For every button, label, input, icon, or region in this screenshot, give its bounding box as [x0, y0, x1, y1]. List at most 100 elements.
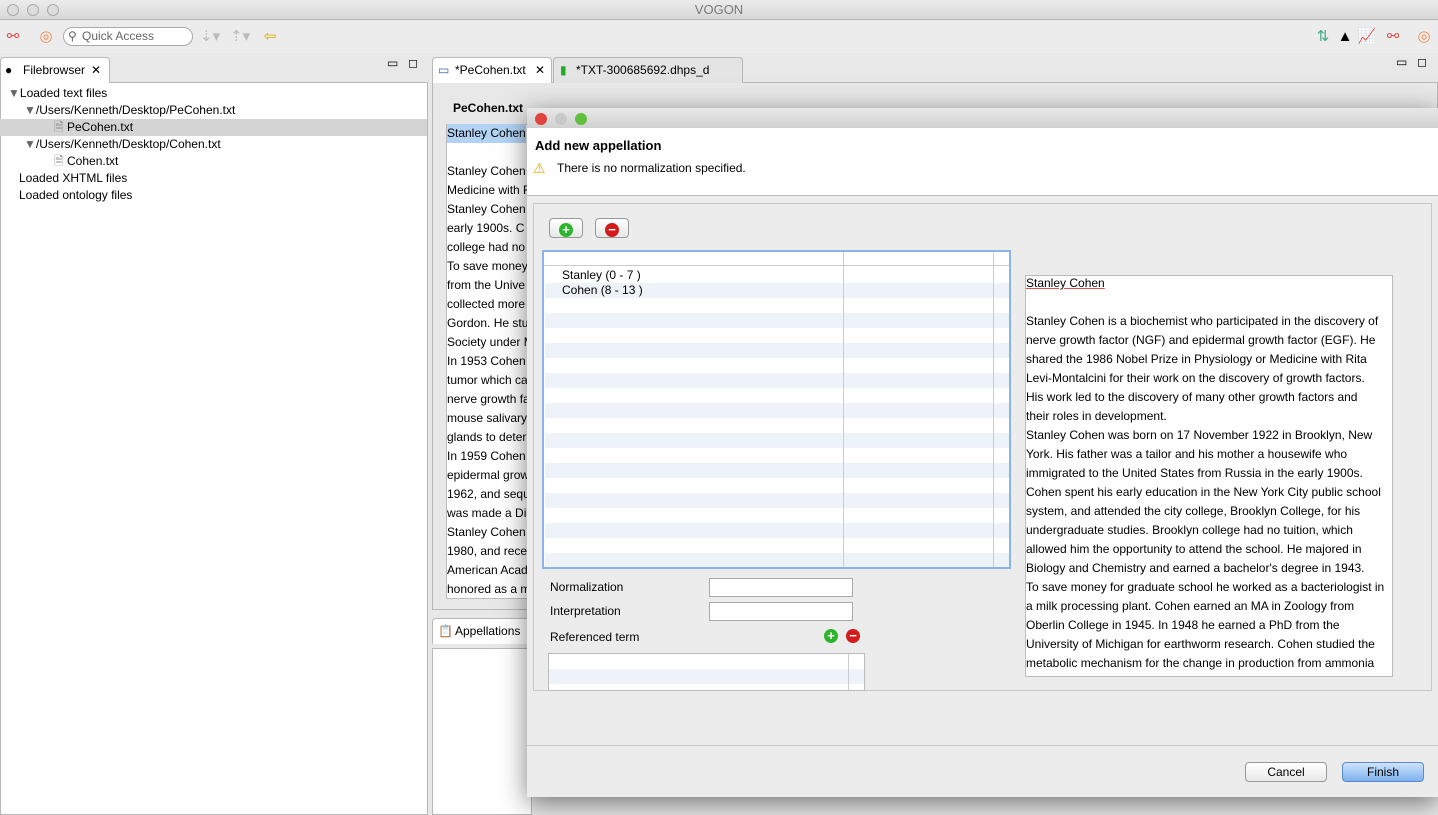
preview-line: His work led to the discovery of many ot… — [1026, 390, 1358, 404]
close-tab-icon[interactable]: ✕ — [91, 58, 101, 82]
editor-line: To save money — [447, 259, 528, 273]
record-perspective-icon[interactable]: ◎ — [1414, 27, 1434, 47]
tree-item-selected[interactable]: 🗎 PeCohen.txt — [0, 119, 427, 136]
row-stripe — [545, 523, 1009, 538]
preview-line: metabolic mechanism for the change in pr… — [1026, 656, 1375, 670]
row-stripe — [545, 313, 1009, 328]
row-stripe — [545, 493, 1009, 508]
row-stripe — [545, 373, 1009, 388]
expand-arrow-icon[interactable]: ▼ — [24, 103, 36, 117]
window-title: VOGON — [694, 2, 744, 17]
preview-line: University of Michigan for earthworm res… — [1026, 637, 1375, 651]
file-icon: 🗎 — [54, 120, 64, 134]
preview-line: their roles in development. — [1026, 409, 1167, 423]
tree-item[interactable]: ▼/Users/Kenneth/Desktop/Cohen.txt — [0, 136, 427, 153]
network-icon[interactable]: ⚯ — [3, 27, 23, 47]
chart-file-icon: ▮ — [560, 63, 567, 77]
interpretation-input[interactable] — [709, 602, 853, 621]
warning-icon: ⚠ — [533, 160, 546, 176]
editor-minimize-icon[interactable]: ▭ — [1396, 55, 1407, 69]
editor-line: American Acad — [447, 563, 528, 577]
dialog-close-button[interactable] — [535, 113, 547, 125]
warning-message: There is no normalization specified. — [557, 161, 746, 175]
preview-line: a milk processing plant. Cohen earned an… — [1026, 599, 1355, 613]
editor-line: In 1959 Cohen — [447, 449, 526, 463]
close-tab-icon[interactable]: ✕ — [535, 58, 545, 82]
minus-icon: − — [605, 223, 619, 237]
dialog-title: Add new appellation — [535, 138, 662, 153]
text-file-icon: ▭ — [438, 63, 450, 77]
quick-access-input[interactable]: ⚲ Quick Access — [63, 27, 193, 46]
chart-icon[interactable]: 📈 — [1357, 27, 1377, 47]
plus-icon: + — [559, 223, 573, 237]
editor-line: Stanley Cohen — [447, 124, 526, 143]
interpretation-label: Interpretation — [550, 604, 621, 618]
referenced-term-table[interactable] — [548, 653, 865, 691]
cancel-button[interactable]: Cancel — [1245, 762, 1327, 782]
record-icon[interactable]: ◎ — [36, 27, 56, 47]
back-icon[interactable]: ⇦ — [260, 27, 280, 47]
dialog-title-bar — [527, 108, 1438, 128]
expand-arrow-icon[interactable]: ▼ — [8, 86, 20, 100]
remove-term-icon[interactable]: − — [846, 629, 860, 643]
minimize-icon[interactable]: ▭ — [387, 56, 398, 70]
preview-line: Biology and Chemistry and earned a bache… — [1026, 561, 1365, 575]
add-appellation-button[interactable]: + — [549, 218, 583, 238]
zoom-window-button[interactable] — [47, 4, 59, 16]
dialog-zoom-button[interactable] — [575, 113, 587, 125]
preview-line: system, and attended the city college, B… — [1026, 504, 1361, 518]
table-row[interactable]: Cohen (8 - 13 ) — [562, 283, 643, 298]
remove-appellation-button[interactable]: − — [595, 218, 629, 238]
clipboard-icon: 📋 — [438, 624, 453, 638]
normalization-input[interactable] — [709, 578, 853, 597]
preview-line: nerve growth factor (NGF) and epidermal … — [1026, 333, 1376, 347]
row-stripe — [545, 403, 1009, 418]
editor-line: mouse salivary — [447, 411, 528, 425]
dialog-header: Add new appellation ⚠ There is no normal… — [527, 128, 1438, 196]
table-row[interactable]: Stanley (0 - 7 ) — [562, 268, 641, 283]
minimize-window-button[interactable] — [27, 4, 39, 16]
finish-button[interactable]: Finish — [1342, 762, 1424, 782]
tree-item[interactable]: ▼/Users/Kenneth/Desktop/PeCohen.txt — [0, 102, 427, 119]
tab-appellations[interactable]: 📋 Appellations — [432, 618, 532, 644]
next-annotation-icon[interactable]: ⇣▾ — [200, 27, 220, 47]
dialog-minimize-button[interactable] — [555, 113, 567, 125]
tab-filebrowser[interactable]: ● Filebrowser ✕ — [0, 57, 110, 83]
preview-line: Stanley Cohen was born on 17 November 19… — [1026, 428, 1373, 442]
tree-item[interactable]: Loaded XHTML files — [0, 170, 427, 187]
expand-arrow-icon[interactable]: ▼ — [24, 137, 36, 151]
previous-annotation-icon[interactable]: ⇡▾ — [230, 27, 250, 47]
tree-item[interactable]: ▼Loaded text files — [0, 85, 427, 102]
preview-line: immigrated to the United States from Rus… — [1026, 466, 1363, 480]
editor-line: was made a Dis — [447, 506, 533, 520]
editor-line: collected more — [447, 297, 526, 311]
title-bar: VOGON — [0, 0, 1438, 20]
pyramid-icon[interactable]: ▲ — [1335, 27, 1355, 47]
normalization-label: Normalization — [550, 580, 624, 594]
preview-line: undergraduate studies. Brooklyn college … — [1026, 523, 1353, 537]
network-perspective-icon[interactable]: ⚯ — [1383, 27, 1403, 47]
editor-maximize-icon[interactable]: ◻ — [1417, 55, 1427, 69]
preview-line: Cohen spent his early education in the N… — [1026, 485, 1381, 499]
editor-line: early 1900s. C — [447, 221, 525, 235]
editor-line: honored as a m — [447, 582, 531, 596]
editor-line: Gordon. He stu — [447, 316, 529, 330]
tab-txt-dhps[interactable]: ▮ *TXT-300685692.dhps_d — [553, 57, 743, 83]
appellation-table[interactable]: Stanley (0 - 7 ) Cohen (8 - 13 ) — [542, 250, 1011, 569]
add-term-icon[interactable]: + — [824, 629, 838, 643]
hierarchy-icon[interactable]: ⇅ — [1313, 27, 1333, 47]
close-window-button[interactable] — [7, 4, 19, 16]
filebrowser-icon: ● — [5, 63, 13, 77]
editor-line: glands to deter — [447, 430, 527, 444]
tab-pecohen[interactable]: ▭ *PeCohen.txt ✕ — [432, 57, 552, 83]
maximize-icon[interactable]: ◻ — [408, 56, 418, 70]
editor-line: Stanley Cohen — [447, 525, 526, 539]
row-stripe — [545, 433, 1009, 448]
editor-line: Stanley Cohen w — [447, 202, 538, 216]
tree-item[interactable]: Loaded ontology files — [0, 187, 427, 204]
preview-line: To save money for graduate school he wor… — [1026, 580, 1385, 594]
tree-item[interactable]: 🗎 Cohen.txt — [0, 153, 427, 170]
editor-heading: PeCohen.txt — [453, 101, 524, 115]
preview-line: Stanley Cohen is a biochemist who partic… — [1026, 314, 1379, 328]
row-stripe — [545, 553, 1009, 567]
